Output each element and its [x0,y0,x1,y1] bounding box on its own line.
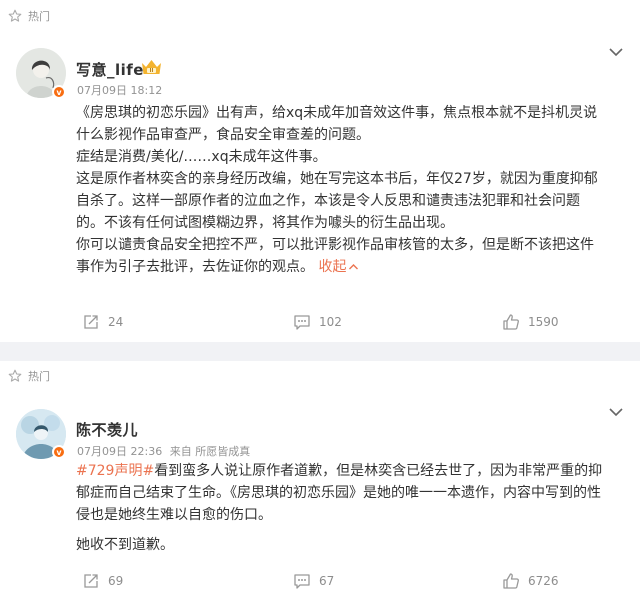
verified-badge-icon: v [52,85,66,99]
post-paragraph: #729声明#看到蛮多人说让原作者道歉，但是林奕含已经去世了，因为非常严重的抑郁… [76,460,606,526]
thumbs-up-icon [503,314,519,330]
verified-badge-icon: v [52,445,66,459]
comment-count: 67 [319,574,335,588]
post-paragraph: 这是原作者林奕含的亲身经历改编，她在写完这本书后，年仅27岁，就因为重度抑郁自杀… [76,171,598,231]
repost-count: 69 [108,574,124,588]
hot-label: 热门 [28,10,50,23]
post-card-2: 热门 v 陈不羡儿 07月09日 22:36 来自 所愿皆成真 #729声明#看… [0,361,640,601]
like-button[interactable]: 1590 [502,313,559,331]
hot-section-header: 热门 [8,6,50,26]
level-badge-text: II [150,68,154,74]
like-count: 1590 [528,315,559,329]
like-count: 6726 [528,574,559,588]
chevron-down-icon[interactable] [608,46,624,58]
repost-button[interactable]: 24 [82,313,123,331]
comment-icon [294,315,310,330]
post-paragraph: 症结是消费/美化/……xq未成年这件事。 [76,149,327,165]
post-paragraph: 《房思琪的初恋乐园》出有声，给xq未成年加音效这件事，焦点根本就不是抖机灵说什么… [76,105,598,143]
post-actions: 24 102 1590 [0,313,640,337]
like-button[interactable]: 6726 [502,572,559,590]
repost-icon [84,315,98,329]
post-card-1: 热门 v 写意_life II 07月09日 18:12 《房思琪的初恋乐园》出… [0,0,640,342]
repost-count: 24 [108,315,124,329]
post-paragraph-text: 看到蛮多人说让原作者道歉，但是林奕含已经去世了，因为非常严重的抑郁症而自己结束了… [76,463,603,523]
star-outline-icon [8,9,22,22]
comment-button[interactable]: 67 [293,572,334,590]
comment-icon [294,574,310,589]
username[interactable]: 陈不羡儿 [76,419,138,440]
post-timestamp[interactable]: 07月09日 22:36 [77,445,162,458]
comment-count: 102 [319,315,342,329]
chevron-down-icon[interactable] [608,406,624,418]
repost-icon [84,574,98,588]
thumbs-up-icon [503,573,519,589]
chevron-up-icon [349,264,359,270]
post-timestamp[interactable]: 07月09日 18:12 [77,82,162,98]
hot-section-header: 热门 [8,366,50,386]
post-meta: 07月09日 22:36 来自 所愿皆成真 [77,443,250,459]
collapse-link[interactable]: 收起 [318,259,359,275]
hashtag-link[interactable]: #729声明# [76,463,154,479]
comment-button[interactable]: 102 [293,313,342,331]
post-paragraph: 你可以谴责食品安全把控不严，可以批评影视作品审核管的太多，但是断不该把这件事作为… [76,234,606,278]
crown-level-icon: II [142,60,161,74]
hot-label: 热门 [28,370,50,383]
username[interactable]: 写意_life [76,59,144,80]
post-text: 《房思琪的初恋乐园》出有声，给xq未成年加音效这件事，焦点根本就不是抖机灵说什么… [76,102,606,278]
star-outline-icon [8,369,22,382]
repost-button[interactable]: 69 [82,572,123,590]
post-paragraph: 她收不到道歉。 [76,537,174,553]
post-source: 来自 所愿皆成真 [169,445,251,458]
post-actions: 69 67 6726 [0,572,640,596]
post-text: #729声明#看到蛮多人说让原作者道歉，但是林奕含已经去世了，因为非常严重的抑郁… [76,460,606,556]
